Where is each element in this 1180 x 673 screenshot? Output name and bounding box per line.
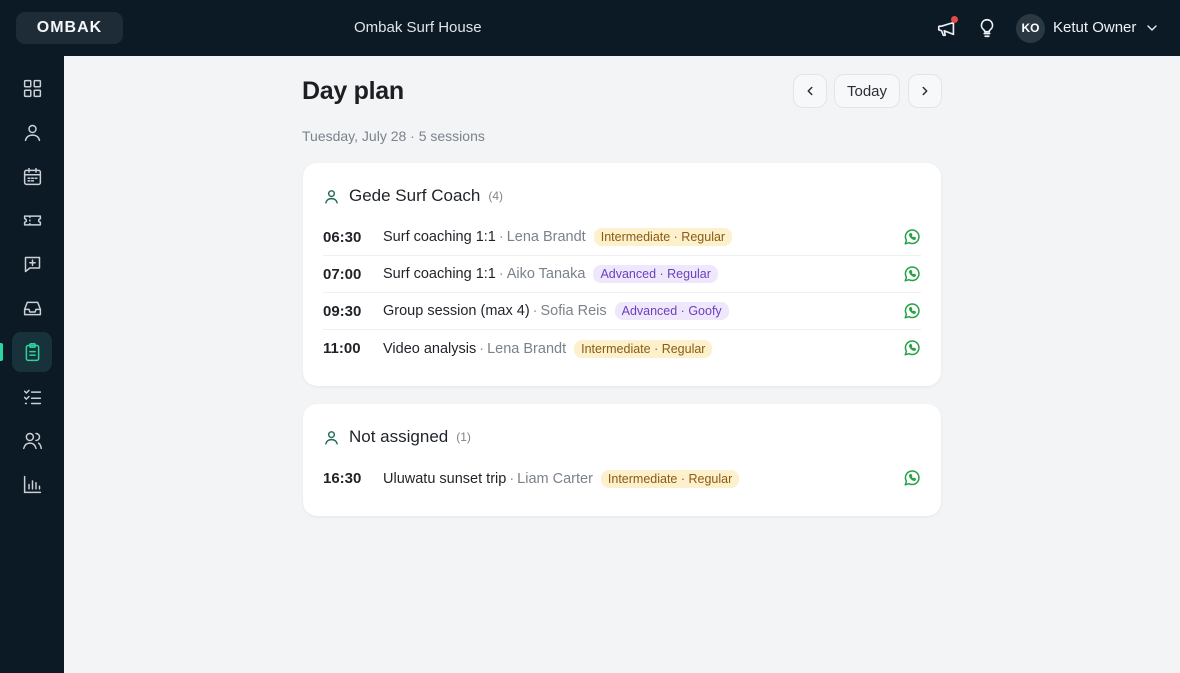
user-icon <box>325 189 338 204</box>
session-row[interactable]: 11:00 Video analysis · Lena Brandt Inter… <box>323 330 921 367</box>
sidebar-item-team[interactable] <box>12 420 52 460</box>
client-name: Sofia Reis <box>540 303 607 319</box>
prev-day-button[interactable] <box>793 74 827 108</box>
page-subtitle: Tuesday, July 28 · 5 sessions <box>302 128 485 144</box>
user-icon <box>24 124 40 141</box>
separator: · <box>532 303 538 319</box>
separator: · <box>498 229 504 245</box>
page-title: Day plan <box>302 77 404 105</box>
session-row[interactable]: 16:30 Uluwatu sunset trip · Liam Carter … <box>323 460 921 497</box>
users-icon <box>22 432 42 449</box>
sidebar-item-tickets[interactable] <box>12 200 52 240</box>
whatsapp-icon[interactable] <box>903 302 921 320</box>
message-plus-icon <box>24 256 40 272</box>
sidebar-item-messages[interactable] <box>12 244 52 284</box>
level-tag: Advanced · Regular <box>593 265 718 283</box>
sidebar <box>0 56 64 673</box>
session-count: (4) <box>488 189 504 203</box>
whatsapp-icon[interactable] <box>903 265 921 283</box>
card-header: Not assigned (1) <box>323 426 471 448</box>
checklist-icon <box>23 389 41 404</box>
whatsapp-icon[interactable] <box>903 339 921 357</box>
chevron-down-icon[interactable] <box>1144 20 1160 36</box>
clipboard-icon <box>25 342 39 361</box>
lightbulb-icon[interactable] <box>975 16 999 40</box>
chevron-right-icon <box>922 86 928 96</box>
grid-icon <box>23 79 41 97</box>
notification-dot <box>951 16 958 23</box>
top-bar: OMBAK Ombak Surf House KO Ketut Owner <box>0 0 1180 56</box>
client-name: Liam Carter <box>517 470 593 487</box>
next-day-button[interactable] <box>908 74 942 108</box>
separator: · <box>509 470 515 487</box>
session-time: 06:30 <box>323 228 362 246</box>
level-tag: Intermediate · Regular <box>574 339 713 358</box>
session-title: Uluwatu sunset trip <box>383 470 507 487</box>
brand-logo[interactable]: OMBAK <box>16 12 123 44</box>
session-time: 16:30 <box>323 470 362 487</box>
bar-chart-icon <box>23 475 41 493</box>
sidebar-item-calendar[interactable] <box>12 156 52 196</box>
user-name[interactable]: Ketut Owner <box>1053 19 1136 36</box>
sidebar-item-dashboard[interactable] <box>12 68 52 108</box>
client-name: Lena Brandt <box>506 229 586 245</box>
sidebar-item-reports[interactable] <box>12 464 52 504</box>
main-content: Day plan Today Tuesday, July 28 · 5 sess… <box>64 56 1180 673</box>
session-time: 09:30 <box>323 302 362 320</box>
sidebar-item-checklist[interactable] <box>12 376 52 416</box>
sidebar-item-day-plan[interactable] <box>12 332 52 372</box>
session-title: Video analysis <box>383 340 477 357</box>
sidebar-item-profile[interactable] <box>12 112 52 152</box>
today-button[interactable]: Today <box>834 74 900 108</box>
session-row[interactable]: 07:00 Surf coaching 1:1 · Aiko Tanaka Ad… <box>323 256 921 293</box>
chevron-left-icon <box>807 86 813 96</box>
separator: · <box>479 340 485 357</box>
coach-card: Gede Surf Coach (4) 06:30 Surf coaching … <box>303 163 941 386</box>
session-time: 11:00 <box>323 340 361 357</box>
session-count: (1) <box>456 430 471 444</box>
sidebar-item-inbox[interactable] <box>12 288 52 328</box>
coach-name: Not assigned <box>349 427 449 446</box>
client-name: Aiko Tanaka <box>506 266 586 282</box>
megaphone-icon[interactable] <box>935 16 959 40</box>
level-tag: Intermediate · Regular <box>600 469 740 488</box>
calendar-icon <box>23 167 41 185</box>
level-tag: Advanced · Goofy <box>614 302 729 320</box>
house-name: Ombak Surf House <box>354 19 482 36</box>
avatar[interactable]: KO <box>1016 14 1045 43</box>
whatsapp-icon[interactable] <box>903 469 921 487</box>
client-name: Lena Brandt <box>487 340 567 357</box>
session-title: Surf coaching 1:1 <box>383 229 496 245</box>
session-row[interactable]: 06:30 Surf coaching 1:1 · Lena Brandt In… <box>323 219 921 256</box>
session-row[interactable]: 09:30 Group session (max 4) · Sofia Reis… <box>323 293 921 330</box>
whatsapp-icon[interactable] <box>903 228 921 246</box>
card-header: Gede Surf Coach (4) <box>323 185 503 207</box>
unassigned-card: Not assigned (1) 16:30 Uluwatu sunset tr… <box>303 404 941 516</box>
session-time: 07:00 <box>323 265 362 283</box>
ticket-icon <box>23 214 41 226</box>
inbox-icon <box>23 301 41 315</box>
active-indicator <box>0 343 3 361</box>
level-tag: Intermediate · Regular <box>593 228 733 246</box>
separator: · <box>498 266 504 282</box>
coach-name: Gede Surf Coach <box>349 186 481 205</box>
session-title: Group session (max 4) <box>383 303 530 319</box>
user-icon <box>325 430 338 445</box>
session-title: Surf coaching 1:1 <box>383 266 496 282</box>
